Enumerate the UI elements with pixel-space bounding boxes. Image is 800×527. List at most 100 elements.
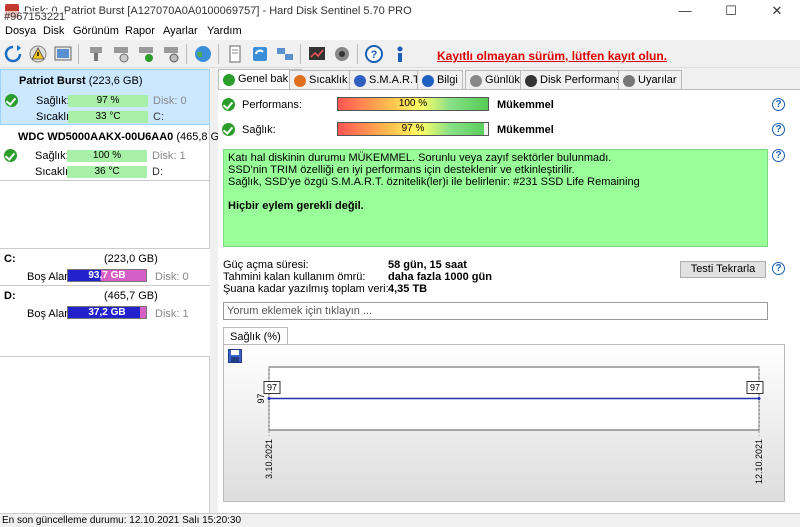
- health-ok-icon: [222, 123, 235, 136]
- document-icon[interactable]: [224, 43, 246, 65]
- performance-label: Performans:: [242, 99, 302, 111]
- help-icon[interactable]: ?: [772, 262, 785, 275]
- temp-value: 36 °C: [67, 166, 147, 178]
- volume-item-d[interactable]: D: (465,7 GB) Boş Alan 37,2 GB Disk: 1: [0, 285, 210, 357]
- tab-info[interactable]: Bilgi: [417, 70, 463, 89]
- menu-file[interactable]: Dosya: [5, 25, 36, 37]
- menu-settings[interactable]: Ayarlar: [163, 25, 198, 37]
- ok-status-icon: [5, 94, 18, 107]
- data-point: [267, 397, 271, 400]
- tab-smart[interactable]: S.M.A.R.T.: [349, 70, 427, 89]
- summary-line: SSD'nin TRIM özelliği en iyi performans …: [228, 164, 575, 176]
- report-icon[interactable]: [52, 43, 74, 65]
- menu-help[interactable]: Yardım: [207, 25, 242, 37]
- disk-ref: Disk: 0: [153, 95, 187, 107]
- written-label: Şuana kadar yazılmış toplam veri:: [223, 283, 389, 295]
- chip-icon: [354, 75, 366, 87]
- thermometer-icon: [294, 75, 306, 87]
- disk-item-1[interactable]: WDC WD5000AAKX-00U6AA0 (465,8 GB) Sağlık…: [0, 126, 230, 181]
- disk-check-icon[interactable]: [135, 43, 157, 65]
- help-icon[interactable]: ?: [772, 98, 785, 111]
- x-tick-label: 3.10.2021: [264, 439, 274, 479]
- health-value: 97 %: [401, 123, 425, 134]
- volume-disk-ref: Disk: 1: [155, 308, 189, 320]
- status-bar: En son güncelleme durumu: 12.10.2021 Sal…: [0, 513, 800, 527]
- disk-erase-icon[interactable]: [160, 43, 182, 65]
- y-tick-label: 97: [256, 393, 266, 403]
- check-circle-icon: [223, 74, 235, 86]
- health-label: Sağlık:: [35, 150, 69, 162]
- tab-disk-performance[interactable]: Disk Performansı: [520, 70, 630, 89]
- alert-disk-icon[interactable]: [27, 43, 49, 65]
- free-space-value: 93,7 GB: [88, 270, 126, 281]
- health-value: 97 %: [68, 95, 148, 107]
- x-tick-label: 12.10.2021: [754, 439, 764, 484]
- disk-item-0[interactable]: Patriot Burst (223,6 GB) Sağlık: 97 % Di…: [0, 69, 210, 125]
- sync-icon[interactable]: [249, 43, 271, 65]
- menu-bar: Dosya Disk Görünüm Rapor Ayarlar Yardım: [0, 22, 800, 40]
- disk-surface-icon[interactable]: [110, 43, 132, 65]
- speaker-icon[interactable]: [331, 43, 353, 65]
- health-chart: 97 97973.10.2021 12.10.2021: [256, 366, 764, 484]
- health-rating: Mükemmel: [497, 124, 554, 136]
- health-chart-panel: 97 97 97 3.10.2021 12.10.2021: [223, 344, 785, 502]
- health-value: 100 %: [67, 150, 147, 162]
- info-icon: [422, 75, 434, 87]
- health-bar: 97 %: [337, 122, 489, 136]
- title-bar: Disk: 0, Patriot Burst [A127070A0A010006…: [0, 0, 800, 23]
- disk-name: WDC WD5000AAKX-00U6AA0 (465,8 GB): [18, 131, 231, 143]
- menu-disk[interactable]: Disk: [43, 25, 64, 37]
- free-space-bar: 93,7 GB: [67, 269, 147, 282]
- help-icon[interactable]: ?: [772, 123, 785, 136]
- network-icon[interactable]: [274, 43, 296, 65]
- summary-line: Katı hal diskinin durumu MÜKEMMEL. Sorun…: [228, 152, 612, 164]
- chart-icon[interactable]: [306, 43, 328, 65]
- data-label: 97: [750, 383, 760, 393]
- data-label: 97: [267, 383, 277, 393]
- temp-value: 33 °C: [68, 111, 148, 123]
- register-link[interactable]: Kayıtlı olmayan sürüm, lütfen kayıt olun…: [437, 49, 667, 63]
- menu-view[interactable]: Görünüm: [73, 25, 119, 37]
- toolbar: ?: [0, 40, 800, 68]
- power-on-value: 58 gün, 15 saat: [388, 259, 467, 271]
- menu-report[interactable]: Rapor: [125, 25, 155, 37]
- help-icon[interactable]: ?: [772, 149, 785, 162]
- written-value: 4,35 TB: [388, 283, 428, 295]
- free-space-value: 37,2 GB: [88, 307, 126, 318]
- performance-rating: Mükemmel: [497, 99, 554, 111]
- drive-letter: D:: [152, 166, 163, 178]
- tab-temperature[interactable]: Sıcaklık: [289, 70, 353, 89]
- tab-health-chart[interactable]: Sağlık (%): [223, 327, 288, 345]
- help-icon[interactable]: ?: [363, 43, 385, 65]
- close-button[interactable]: ✕: [754, 0, 800, 22]
- summary-line: Sağlık, SSD'ye özgü S.M.A.R.T. öznitelik…: [228, 176, 640, 188]
- volume-letter: C:: [4, 253, 16, 265]
- refresh-icon[interactable]: [2, 43, 24, 65]
- lifetime-value: daha fazla 1000 gün: [388, 271, 492, 283]
- comment-input[interactable]: Yorum eklemek için tıklayın ...: [223, 302, 768, 320]
- performance-ok-icon: [222, 98, 235, 111]
- tab-log[interactable]: Günlük: [465, 70, 525, 89]
- info-icon[interactable]: [389, 43, 411, 65]
- lifetime-label: Tahmini kalan kullanım ömrü:: [223, 271, 366, 283]
- ok-status-icon: [4, 149, 17, 162]
- volume-disk-ref: Disk: 0: [155, 271, 189, 283]
- free-space-label: Boş Alan: [27, 271, 71, 283]
- minimize-button[interactable]: —: [662, 0, 708, 22]
- globe-icon[interactable]: [192, 43, 214, 65]
- log-icon: [470, 75, 482, 87]
- disk-name: Patriot Burst (223,6 GB): [19, 75, 143, 87]
- volume-letter: D:: [4, 290, 16, 302]
- svg-text:?: ?: [371, 49, 378, 61]
- disk-ref: Disk: 1: [152, 150, 186, 162]
- tab-alerts[interactable]: Uyarılar: [618, 70, 682, 89]
- health-label: Sağlık:: [36, 95, 70, 107]
- disk-tool-icon[interactable]: [85, 43, 107, 65]
- maximize-button[interactable]: ☐: [708, 0, 754, 22]
- window-title: Disk: 0, Patriot Burst [A127070A0A010006…: [24, 5, 412, 17]
- retest-button[interactable]: Testi Tekrarla: [680, 261, 766, 278]
- power-on-label: Güç açma süresi:: [223, 259, 309, 271]
- status-summary: Katı hal diskinin durumu MÜKEMMEL. Sorun…: [223, 149, 768, 247]
- free-space-label: Boş Alan: [27, 308, 71, 320]
- summary-action: Hiçbir eylem gerekli değil.: [228, 200, 364, 212]
